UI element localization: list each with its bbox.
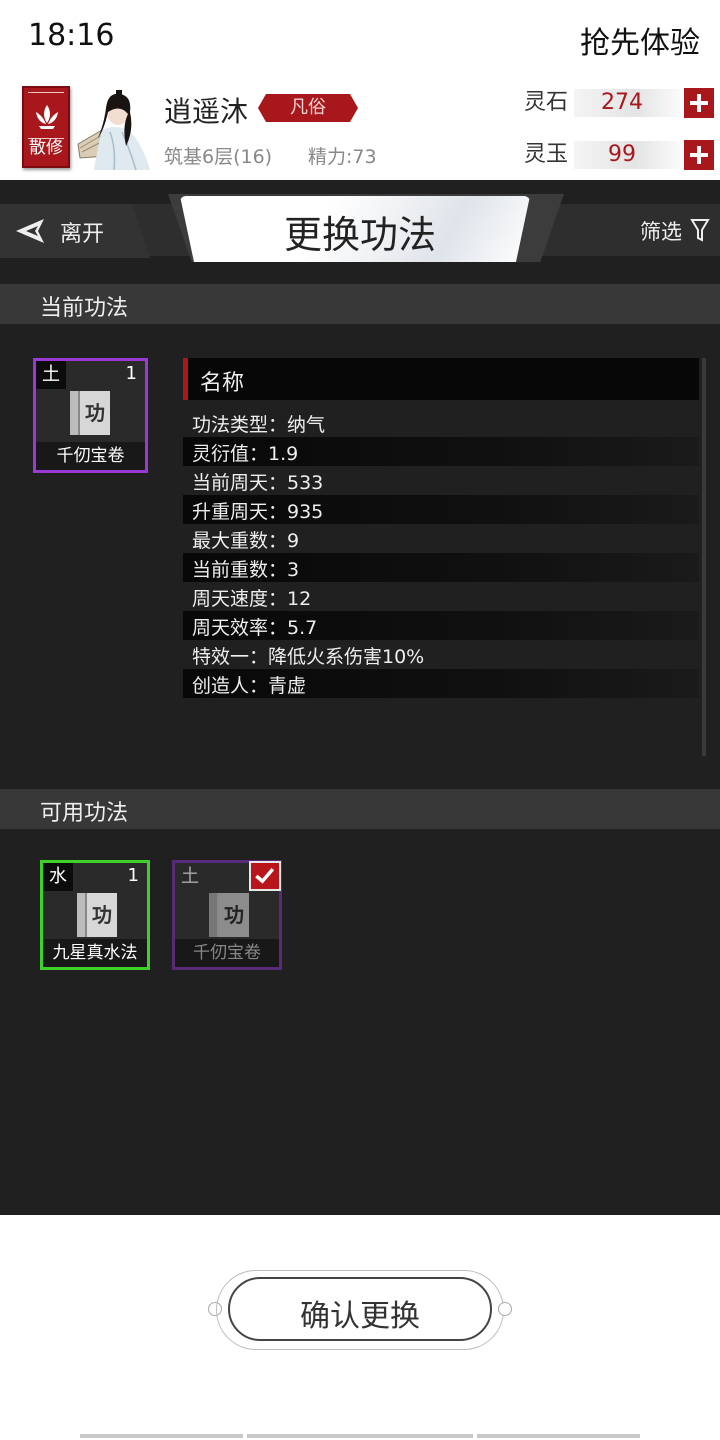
rank-tag: 凡俗 — [258, 94, 358, 122]
currency-label: 灵石 — [524, 90, 569, 115]
equipped-check-icon — [249, 861, 281, 891]
item-count: 1 — [127, 865, 139, 886]
player-name: 逍遥沐 — [164, 95, 249, 128]
energy-value: 精力:73 — [308, 146, 377, 168]
sect-badge[interactable]: 散修 — [22, 86, 70, 168]
nav-indicator — [247, 1434, 473, 1438]
nav-indicator — [80, 1434, 243, 1438]
book-glyph: 功 — [85, 401, 105, 425]
detail-text: 当前重数：3 — [192, 559, 300, 581]
item-count: 1 — [125, 363, 137, 384]
detail-text: 灵衍值：1.9 — [192, 443, 299, 465]
technique-name: 千仞宝卷 — [175, 939, 279, 967]
book-icon: 功 — [209, 893, 249, 937]
element-tag: 土 — [36, 361, 66, 389]
book-icon: 功 — [70, 391, 110, 435]
player-avatar[interactable] — [76, 86, 154, 172]
detail-row: 创造人：青虚 — [183, 669, 699, 698]
early-access-label: 抢先体验 — [580, 26, 700, 61]
detail-text: 创造人：青虚 — [192, 675, 307, 697]
page-title: 更换功法 — [283, 213, 436, 257]
detail-row: 最大重数：9 — [183, 524, 699, 553]
available-technique-card[interactable]: 土 功 千仞宝卷 — [172, 860, 282, 970]
book-glyph: 功 — [224, 903, 244, 927]
filter-icon — [690, 219, 710, 242]
nav-indicator — [477, 1434, 640, 1438]
book-glyph: 功 — [92, 903, 112, 927]
currency-value: 274 — [601, 90, 643, 115]
element-tag: 土 — [175, 863, 205, 891]
filter-label: 筛选 — [640, 220, 682, 244]
detail-scrollbar[interactable] — [702, 358, 706, 756]
add-currency-button[interactable] — [684, 88, 714, 118]
detail-text: 当前周天：533 — [192, 472, 324, 494]
detail-row: 周天速度：12 — [183, 582, 699, 611]
leave-button[interactable]: 离开 — [0, 204, 150, 258]
book-spine — [70, 391, 80, 435]
confirm-area: 确认更换 — [208, 1268, 512, 1352]
detail-row: 当前周天：533 — [183, 466, 699, 495]
sect-badge-label: 散修 — [29, 138, 63, 158]
current-technique-card[interactable]: 土 1 功 千仞宝卷 — [33, 358, 148, 473]
technique-name: 九星真水法 — [43, 939, 147, 967]
badge-line — [28, 92, 64, 93]
detail-row: 特效一：降低火系伤害10% — [183, 640, 699, 669]
book-spine — [77, 893, 87, 937]
ornament-dot — [498, 1302, 512, 1316]
detail-text: 周天效率：5.7 — [192, 617, 318, 639]
leave-label: 离开 — [60, 222, 105, 247]
technique-name: 千仞宝卷 — [36, 442, 145, 470]
section-title: 可用功法 — [40, 801, 129, 826]
status-bar: 18:16 抢先体验 — [0, 0, 720, 76]
detail-row: 升重周天：935 — [183, 495, 699, 524]
element-tag: 水 — [43, 863, 73, 891]
currency-label: 灵玉 — [524, 142, 569, 167]
detail-row: 周天效率：5.7 — [183, 611, 699, 640]
section-title: 当前功法 — [40, 296, 129, 321]
detail-row: 当前重数：3 — [183, 553, 699, 582]
current-section-header: 当前功法 — [0, 284, 720, 324]
detail-text: 特效一：降低火系伤害10% — [192, 646, 425, 668]
detail-text: 升重周天：935 — [192, 501, 324, 523]
detail-header-label: 名称 — [200, 371, 245, 396]
detail-text: 功法类型：纳气 — [192, 414, 326, 436]
available-section-header: 可用功法 — [0, 789, 720, 829]
back-arrow-icon — [16, 219, 44, 243]
technique-panel: 离开 更换功法 筛选 当前功法 土 1 功 千仞宝卷 名称 功法类型：纳气 灵衍… — [0, 180, 720, 1215]
confirm-change-button[interactable]: 确认更换 — [228, 1277, 492, 1341]
detail-row: 功法类型：纳气 — [183, 408, 699, 437]
available-technique-card[interactable]: 水 1 功 九星真水法 — [40, 860, 150, 970]
book-icon: 功 — [77, 893, 117, 937]
confirm-label: 确认更换 — [300, 1299, 420, 1334]
cultivation-level: 筑基6层(16) — [164, 146, 273, 168]
detail-text: 周天速度：12 — [192, 588, 312, 610]
lotus-icon — [36, 105, 58, 129]
status-time: 18:16 — [28, 18, 115, 53]
player-profile: 散修 逍遥沐 凡俗 筑基6层(16) 精力:73 灵石 274 灵玉 99 — [0, 76, 720, 180]
currency-value: 99 — [608, 142, 636, 167]
detail-header: 名称 — [183, 358, 699, 400]
currency-spirit-stone: 灵石 274 — [524, 86, 716, 120]
add-currency-button[interactable] — [684, 140, 714, 170]
detail-row: 灵衍值：1.9 — [183, 437, 699, 466]
detail-text: 最大重数：9 — [192, 530, 300, 552]
currency-spirit-jade: 灵玉 99 — [524, 138, 716, 172]
book-spine — [209, 893, 219, 937]
